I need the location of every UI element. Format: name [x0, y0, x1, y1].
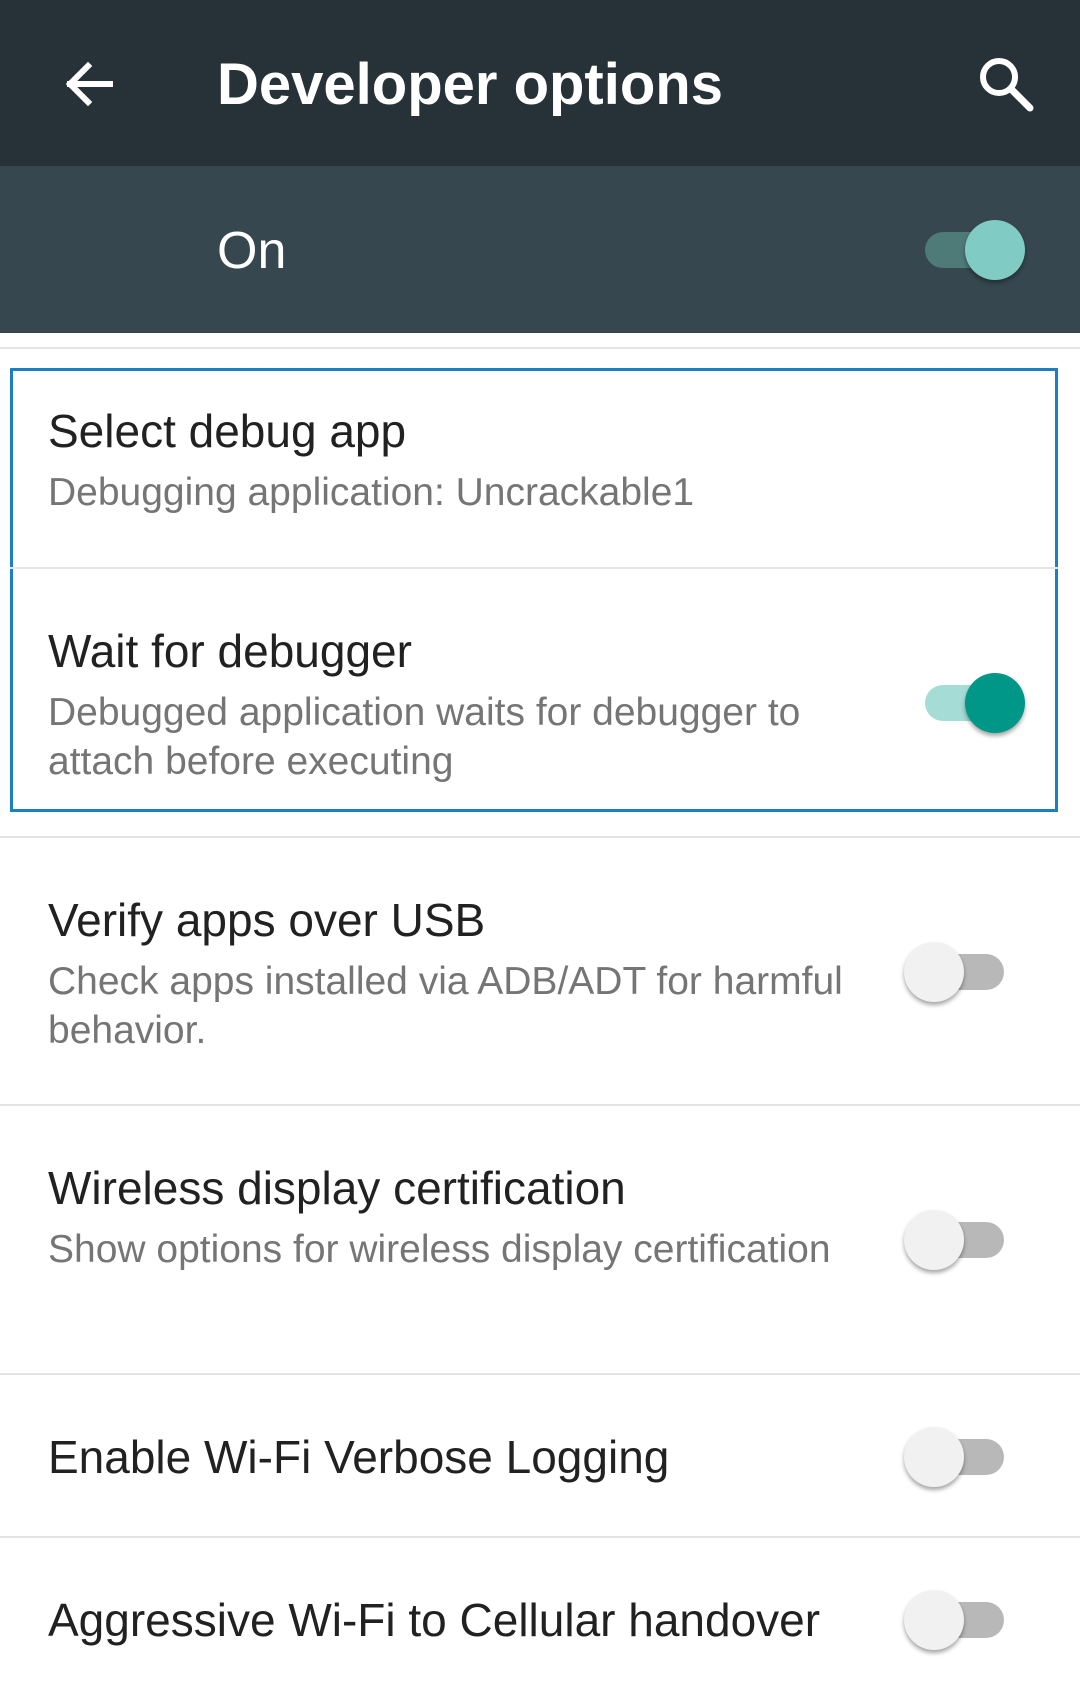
- page-title: Developer options: [217, 52, 723, 117]
- setting-summary: Debugged application waits for debugger …: [48, 691, 801, 783]
- setting-title: Enable Wi-Fi Verbose Logging: [48, 1431, 670, 1483]
- divider: [0, 1373, 1080, 1375]
- setting-summary: Show options for wireless display certif…: [48, 1228, 831, 1271]
- divider: [0, 836, 1080, 838]
- aggressive-wifi-handover-toggle[interactable]: [904, 1588, 1014, 1652]
- divider: [10, 567, 1058, 569]
- wait-for-debugger-toggle[interactable]: [915, 671, 1025, 735]
- divider: [0, 347, 1080, 349]
- master-switch-label: On: [217, 222, 287, 280]
- search-icon: [980, 58, 1034, 112]
- setting-title: Select debug app: [48, 405, 407, 457]
- divider: [0, 1536, 1080, 1538]
- search-button[interactable]: [966, 44, 1046, 124]
- switch-thumb: [965, 673, 1025, 733]
- verify-apps-toggle[interactable]: [904, 940, 1014, 1004]
- app-bar: Developer options: [0, 0, 1080, 166]
- switch-thumb: [904, 1210, 964, 1270]
- wifi-verbose-logging-toggle[interactable]: [904, 1425, 1014, 1489]
- switch-thumb: [904, 942, 964, 1002]
- setting-title: Verify apps over USB: [48, 894, 486, 946]
- setting-summary: Check apps installed via ADB/ADT for har…: [48, 960, 843, 1052]
- setting-summary: Debugging application: Uncrackable1: [48, 471, 695, 514]
- switch-thumb: [904, 1427, 964, 1487]
- setting-title: Wireless display certification: [48, 1162, 626, 1214]
- master-switch-bar[interactable]: On: [0, 166, 1080, 333]
- master-switch-toggle[interactable]: [915, 218, 1025, 282]
- arrow-back-icon: [65, 61, 113, 107]
- switch-thumb: [904, 1590, 964, 1650]
- wireless-display-toggle[interactable]: [904, 1208, 1014, 1272]
- switch-thumb: [965, 220, 1025, 280]
- back-button[interactable]: [48, 44, 128, 124]
- setting-title: Wait for debugger: [48, 625, 412, 677]
- setting-title: Aggressive Wi-Fi to Cellular handover: [48, 1594, 821, 1646]
- divider: [0, 1104, 1080, 1106]
